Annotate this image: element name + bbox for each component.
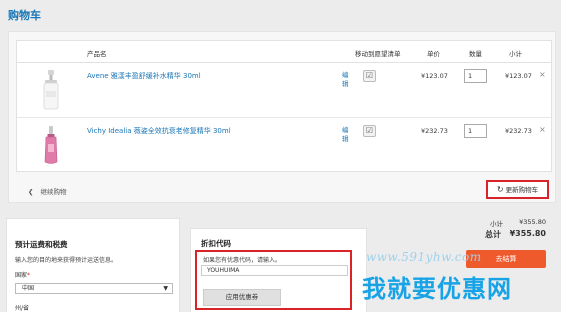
column-header-unit-price: 单价 [427,50,440,58]
cart-totals: 小计 ¥355.80 总计 ¥355.80 [460,218,546,240]
grand-total-label: 总计 [485,230,501,239]
subtotal-label: 小计 [490,220,503,228]
table-row: Vichy Idealia 薇姿全效抗衰老修复精华 30ml 编辑 ☑ ¥232… [17,118,551,173]
chevron-left-icon: ❮ [28,188,34,196]
continue-shopping-label: 继续购物 [40,188,67,196]
shipping-description: 输入您的目的地来获得预计运送信息。 [15,257,118,264]
move-to-wishlist-icon[interactable]: ☑ [363,70,376,82]
product-name-link[interactable]: Vichy Idealia 薇姿全效抗衰老修复精华 30ml [87,126,231,136]
quantity-input[interactable]: 1 [464,124,487,138]
coupon-form: 如果您有优惠代码，请输入。 YOUHUIMA 应用优惠券 [195,250,352,310]
move-to-wishlist-icon[interactable]: ☑ [363,125,376,137]
remove-item-icon[interactable]: × [539,70,546,79]
country-label: 国家* [15,270,30,279]
coupon-description: 如果您有优惠代码，请输入。 [203,257,282,264]
edit-item-link[interactable]: 编辑 [342,71,350,89]
watermark-url: www.591yhw.com [366,250,482,264]
unit-price: ¥123.07 [421,72,448,80]
remove-item-icon[interactable]: × [539,125,546,134]
refresh-icon: ↻ [496,185,504,194]
update-cart-label: 更新购物车 [505,186,539,194]
product-name-link[interactable]: Avene 雅漾丰盈舒缓补水精华 30ml [87,71,201,81]
required-marker: * [27,272,31,279]
unit-price: ¥232.73 [421,127,448,135]
subtotal-value: ¥355.80 [519,218,546,226]
coupon-code-input[interactable]: YOUHUIMA [201,265,348,276]
cart-table: 产品名 移动到愿望清单 单价 数量 小计 Avene 雅漾丰盈舒缓补水精华 30… [16,40,552,172]
grand-total-value: ¥355.80 [509,229,546,238]
product-image-vichy[interactable] [39,124,63,166]
edit-item-link[interactable]: 编辑 [342,126,350,144]
column-header-product: 产品名 [87,50,107,58]
shipping-estimate-panel: 预计运费和税费 输入您的目的地来获得预计运送信息。 国家* 中国 ▼ 州/省 [6,218,180,312]
column-header-wishlist: 移动到愿望清单 [355,50,401,58]
apply-coupon-button[interactable]: 应用优惠券 [203,289,281,306]
item-subtotal: ¥123.07 [505,72,532,80]
watermark-text: 我就要优惠网 [362,275,512,303]
shipping-title: 预计运费和税费 [15,240,68,249]
product-image-avene[interactable] [39,69,63,111]
coupon-title: 折扣代码 [201,239,231,248]
dropdown-arrow-icon: ▼ [163,285,168,292]
page-title: 购物车 [8,9,41,22]
subtotal-line: 小计 ¥355.80 [460,218,546,229]
cart-panel: 产品名 移动到愿望清单 单价 数量 小计 Avene 雅漾丰盈舒缓补水精华 30… [8,31,556,203]
table-row: Avene 雅漾丰盈舒缓补水精华 30ml 编辑 ☑ ¥123.07 1 ¥12… [17,63,551,118]
country-select-value: 中国 [22,285,35,292]
column-header-subtotal: 小计 [509,50,522,58]
quantity-input[interactable]: 1 [464,69,487,83]
continue-shopping-link[interactable]: ❮ 继续购物 [28,186,67,196]
update-cart-button[interactable]: ↻ 更新购物车 [486,180,549,199]
country-label-text: 国家 [15,272,28,279]
province-label: 州/省 [15,305,30,312]
column-header-quantity: 数量 [469,50,482,58]
country-select[interactable]: 中国 ▼ [15,283,173,294]
table-header: 产品名 移动到愿望清单 单价 数量 小计 [17,41,551,63]
item-subtotal: ¥232.73 [505,127,532,135]
grand-total-line: 总计 ¥355.80 [460,229,546,240]
